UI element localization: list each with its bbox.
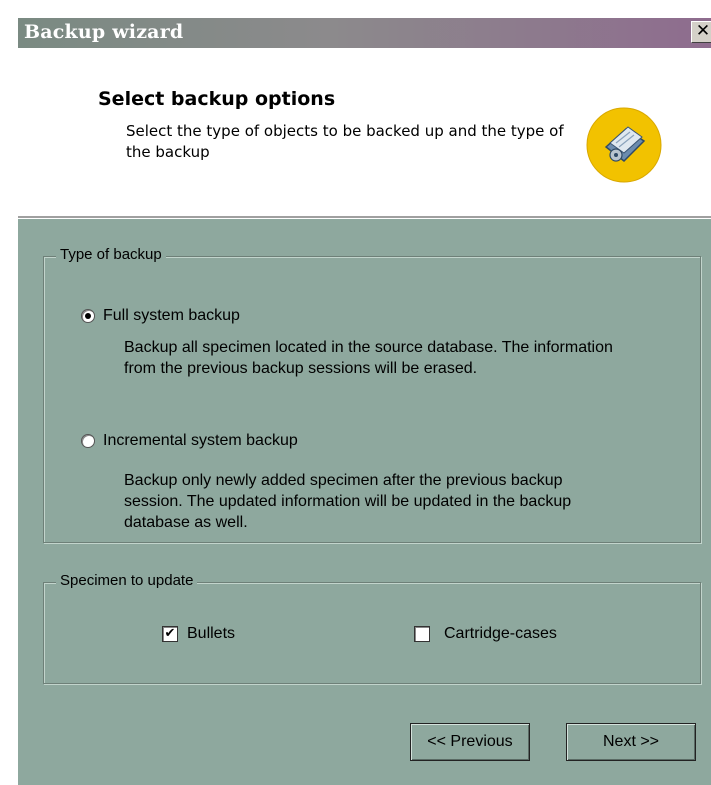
close-icon: ✕ <box>695 21 711 41</box>
checkbox-bullets[interactable]: ✔ Bullets <box>162 625 282 645</box>
page-title: Select backup options <box>98 88 336 110</box>
page-description: Select the type of objects to be backed … <box>126 122 564 161</box>
bullets-label: Bullets <box>187 625 236 642</box>
close-button[interactable]: ✕ <box>691 21 711 43</box>
specimen-legend: Specimen to update <box>56 572 198 589</box>
previous-button[interactable]: << Previous <box>410 723 530 761</box>
backup-wizard-window: Backup wizard ✕ Select backup options Se… <box>18 18 711 785</box>
next-button[interactable]: Next >> <box>566 723 696 761</box>
incremental-backup-radio-button[interactable] <box>81 434 95 448</box>
full-backup-label: Full system backup <box>103 307 240 324</box>
radio-full-backup[interactable]: Full system backup <box>81 307 341 327</box>
wizard-header: Select backup options Select the type of… <box>18 48 711 218</box>
window-title: Backup wizard <box>24 21 184 43</box>
specimen-group: Specimen to update ✔ Bullets Cartridge-c… <box>43 572 701 684</box>
bullets-checkbox[interactable]: ✔ <box>162 626 178 642</box>
full-backup-description: Backup all specimen located in the sourc… <box>124 339 613 377</box>
checkbox-cartridge-cases[interactable]: Cartridge-cases <box>414 625 614 645</box>
backup-disk-icon <box>586 107 662 183</box>
backup-type-legend: Type of backup <box>56 246 166 263</box>
cartridge-cases-label: Cartridge-cases <box>444 625 557 642</box>
title-bar[interactable]: Backup wizard ✕ <box>18 18 711 48</box>
radio-incremental-backup[interactable]: Incremental system backup <box>81 432 381 452</box>
full-backup-radio-button[interactable] <box>81 309 95 323</box>
incremental-backup-description: Backup only newly added specimen after t… <box>124 472 572 531</box>
backup-type-group: Type of backup Full system backup Backup… <box>43 246 701 543</box>
incremental-backup-label: Incremental system backup <box>103 432 298 449</box>
cartridge-cases-checkbox[interactable] <box>414 626 430 642</box>
